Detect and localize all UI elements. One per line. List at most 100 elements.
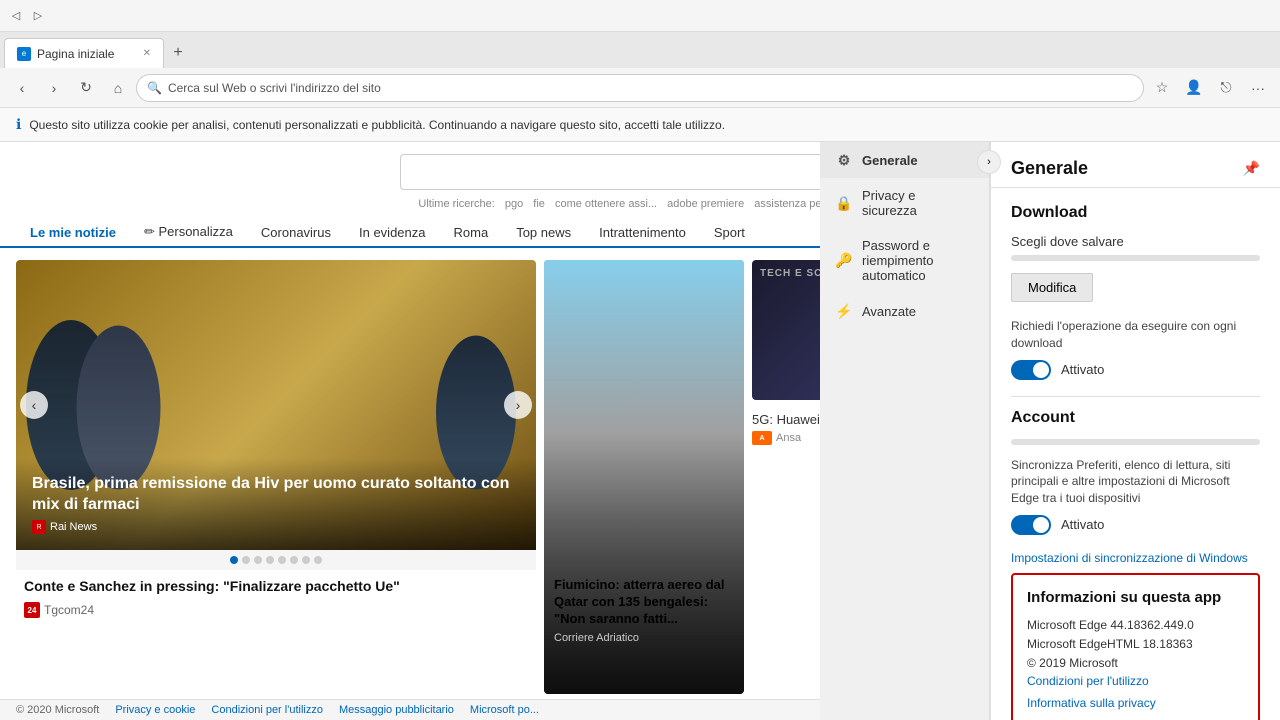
settings-title: Generale [1011, 158, 1088, 179]
news-next-button[interactable]: › [504, 391, 532, 419]
settings-sidebar: › ⚙ Generale 🔒 Privacy e sicurezza 🔑 Pas… [820, 142, 990, 720]
middle-news-source: Corriere Adriatico [554, 632, 734, 644]
recent-link-2[interactable]: fie [533, 198, 545, 210]
pin-button[interactable]: 📌 [1243, 160, 1260, 177]
menu-item-password[interactable]: 🔑 Password e riempimento automatico [820, 228, 989, 293]
footer-link-conditions[interactable]: Condizioni per l'utilizzo [211, 704, 323, 716]
info-line-1: Microsoft Edge 44.18362.449.0 [1027, 616, 1244, 635]
dot-3[interactable] [254, 556, 262, 564]
secondary-source-text: Tgcom24 [44, 603, 94, 617]
menu-label-generale: Generale [862, 153, 918, 168]
cookie-bar: ℹ Questo sito utilizza cookie per analis… [0, 108, 1280, 142]
account-bar [1011, 439, 1260, 445]
nav-bar: ‹ › ↻ ⌂ 🔍 Cerca sul Web o scrivi l'indir… [0, 68, 1280, 108]
sync-settings-link[interactable]: Impostazioni di sincronizzazione di Wind… [1011, 551, 1260, 565]
favorites-button[interactable]: ☆ [1148, 74, 1176, 102]
account-section-title: Account [1011, 409, 1260, 427]
download-toggle-text: Attivato [1061, 362, 1104, 377]
middle-news-card[interactable]: Fiumicino: atterra aereo dal Qatar con 1… [544, 260, 744, 694]
dot-5[interactable] [278, 556, 286, 564]
rai-logo: R [32, 520, 46, 534]
recent-link-4[interactable]: adobe premiere [667, 198, 744, 210]
back-button[interactable]: ‹ [8, 74, 36, 102]
nav-actions: ☆ 👤 ⎋ ··· [1148, 74, 1272, 102]
dot-4[interactable] [266, 556, 274, 564]
news-prev-button[interactable]: ‹ [20, 391, 48, 419]
key-icon: 🔑 [836, 253, 852, 269]
settings-content: Download Scegli dove salvare Modifica Ri… [991, 188, 1280, 720]
footer-link-more[interactable]: Microsoft po... [470, 704, 539, 716]
download-toggle-row: Attivato [1011, 360, 1260, 380]
terms-link[interactable]: Condizioni per l'utilizzo [1027, 674, 1244, 688]
main-content: Ultime ricerche: pgo fie come ottenere a… [0, 142, 1280, 720]
info-box: Informazioni su questa app Microsoft Edg… [1011, 573, 1260, 720]
info-box-title: Informazioni su questa app [1027, 589, 1244, 606]
footer-copyright: © 2020 Microsoft [16, 704, 99, 716]
gear-icon: ⚙ [836, 152, 852, 168]
tab-coronavirus[interactable]: Coronavirus [247, 218, 345, 248]
refresh-button[interactable]: ↻ [72, 74, 100, 102]
privacy-policy-link[interactable]: Informativa sulla privacy [1027, 696, 1244, 710]
account-desc: Sincronizza Preferiti, elenco di lettura… [1011, 457, 1260, 507]
main-news-source: R Rai News [32, 520, 520, 534]
tab-mie-notizie[interactable]: Le mie notizie [16, 218, 130, 248]
account-toggle-row: Attivato [1011, 515, 1260, 535]
recent-label: Ultime ricerche: [418, 198, 494, 210]
account-toggle[interactable] [1011, 515, 1051, 535]
tab-roma[interactable]: Roma [440, 218, 503, 248]
dot-8[interactable] [314, 556, 322, 564]
main-news-title: Brasile, prima remissione da Hiv per uom… [32, 474, 520, 516]
title-bar: ◁ ▷ [0, 0, 1280, 32]
menu-item-generale[interactable]: ⚙ Generale [820, 142, 989, 178]
main-news-image[interactable]: ‹ › Brasile, prima remissione da Hiv per… [16, 260, 536, 550]
account-toggle-text: Attivato [1061, 517, 1104, 532]
home-button[interactable]: ⌂ [104, 74, 132, 102]
download-toggle[interactable] [1011, 360, 1051, 380]
share-button[interactable]: ⎋ [1212, 74, 1240, 102]
dot-1[interactable] [230, 556, 238, 564]
download-toggle-desc: Richiedi l'operazione da eseguire con og… [1011, 318, 1260, 352]
lock-icon: 🔒 [836, 195, 852, 211]
menu-toggle-button[interactable]: › [977, 150, 1001, 174]
tab-favicon: e [17, 47, 31, 61]
dot-6[interactable] [290, 556, 298, 564]
tab-intrattenimento[interactable]: Intrattenimento [585, 218, 700, 248]
tab-sport[interactable]: Sport [700, 218, 759, 248]
back-icon: ◁ [8, 8, 24, 24]
secondary-news-title[interactable]: Conte e Sanchez in pressing: "Finalizzar… [16, 570, 536, 602]
menu-label-password: Password e riempimento automatico [862, 238, 973, 283]
middle-news-title: Fiumicino: atterra aereo dal Qatar con 1… [554, 577, 734, 628]
divider-1 [1011, 396, 1260, 397]
footer-link-adv[interactable]: Messaggio pubblicitario [339, 704, 454, 716]
dot-2[interactable] [242, 556, 250, 564]
new-tab-button[interactable]: + [164, 38, 192, 68]
forward-icon: ▷ [30, 8, 46, 24]
active-tab[interactable]: e Pagina iniziale ✕ [4, 38, 164, 68]
menu-item-avanzate[interactable]: ⚡ Avanzate [820, 293, 989, 329]
tab-in-evidenza[interactable]: In evidenza [345, 218, 440, 248]
search-box[interactable] [400, 154, 880, 190]
news-left: ‹ › Brasile, prima remissione da Hiv per… [16, 260, 536, 694]
cookie-text: Questo sito utilizza cookie per analisi,… [29, 118, 725, 132]
recent-link-3[interactable]: come ottenere assi... [555, 198, 657, 210]
dot-7[interactable] [302, 556, 310, 564]
forward-button[interactable]: › [40, 74, 68, 102]
footer-link-privacy[interactable]: Privacy e cookie [115, 704, 195, 716]
address-text: Cerca sul Web o scrivi l'indirizzo del s… [168, 81, 1133, 95]
address-bar[interactable]: 🔍 Cerca sul Web o scrivi l'indirizzo del… [136, 74, 1144, 102]
advanced-icon: ⚡ [836, 303, 852, 319]
menu-item-privacy[interactable]: 🔒 Privacy e sicurezza [820, 178, 989, 228]
info-line-3: © 2019 Microsoft [1027, 654, 1244, 673]
tab-personalizza[interactable]: ✏ Personalizza [130, 218, 247, 248]
tab-label: Pagina iniziale [37, 47, 114, 61]
tgcom24-logo: 24 [24, 602, 40, 618]
ansa-logo: A [752, 431, 772, 445]
profile-button[interactable]: 👤 [1180, 74, 1208, 102]
settings-header: Generale 📌 [991, 142, 1280, 188]
tab-close-button[interactable]: ✕ [143, 48, 151, 59]
tab-top-news[interactable]: Top news [502, 218, 585, 248]
modify-button[interactable]: Modifica [1011, 273, 1093, 302]
secondary-news-source: 24 Tgcom24 [16, 602, 536, 618]
recent-link-1[interactable]: pgo [505, 198, 523, 210]
menu-button[interactable]: ··· [1244, 74, 1272, 102]
